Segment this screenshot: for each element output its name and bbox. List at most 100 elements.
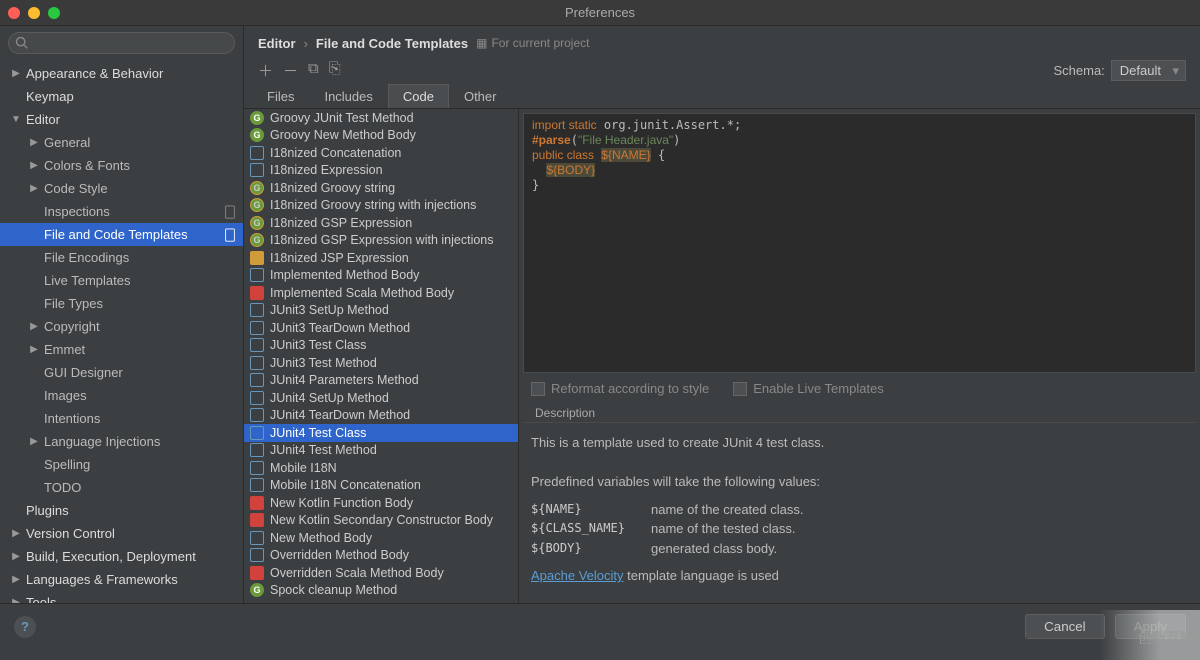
template-overridden-method-body[interactable]: Overridden Method Body [244,547,518,565]
dialog-footer: ? Cancel Apply [0,603,1200,649]
window-controls[interactable] [8,7,60,19]
live-templates-checkbox[interactable]: Enable Live Templates [733,381,884,396]
sidebar-item-intentions[interactable]: Intentions [0,407,243,430]
template-icon: G [250,198,264,212]
maximize-icon[interactable] [48,7,60,19]
template-icon [250,356,264,370]
tab-includes[interactable]: Includes [309,84,387,108]
template-i18nized-groovy-string-with-injections[interactable]: GI18nized Groovy string with injections [244,197,518,215]
sidebar-item-copyright[interactable]: ▶Copyright [0,315,243,338]
help-icon[interactable]: ? [14,616,36,638]
template-junit4-setup-method[interactable]: JUnit4 SetUp Method [244,389,518,407]
template-implemented-scala-method-body[interactable]: Implemented Scala Method Body [244,284,518,302]
tab-code[interactable]: Code [388,84,449,108]
sidebar-item-live-templates[interactable]: Live Templates [0,269,243,292]
template-list[interactable]: GGroovy JUnit Test MethodGGroovy New Met… [244,109,519,603]
sidebar-item-gui-designer[interactable]: GUI Designer [0,361,243,384]
template-junit4-test-class[interactable]: JUnit4 Test Class [244,424,518,442]
template-icon [250,566,264,580]
sidebar-item-file-and-code-templates[interactable]: File and Code Templates [0,223,243,246]
template-implemented-method-body[interactable]: Implemented Method Body [244,267,518,285]
breadcrumb-b: File and Code Templates [316,36,468,51]
cancel-button[interactable]: Cancel [1025,614,1105,639]
sidebar-item-colors-fonts[interactable]: ▶Colors & Fonts [0,154,243,177]
template-tabs[interactable]: FilesIncludesCodeOther [244,84,1200,109]
add-icon[interactable]: ＋ [258,60,273,81]
template-groovy-junit-test-method[interactable]: GGroovy JUnit Test Method [244,109,518,127]
sidebar-item-code-style[interactable]: ▶Code Style [0,177,243,200]
reformat-checkbox[interactable]: Reformat according to style [531,381,709,396]
breadcrumb: Editor › File and Code Templates ▦For cu… [244,26,1200,56]
toolbar: ＋ － ⧉ ⎘ Schema: Default [244,56,1200,84]
template-icon [250,408,264,422]
template-mobile-i18n-concatenation[interactable]: Mobile I18N Concatenation [244,477,518,495]
template-icon [250,426,264,440]
sidebar-item-plugins[interactable]: Plugins [0,499,243,522]
remove-icon[interactable]: － [283,60,298,81]
template-icon [250,268,264,282]
template-icon: G [250,233,264,247]
template-icon [250,478,264,492]
paste-icon[interactable]: ⎘ [329,60,341,81]
sidebar-item-spelling[interactable]: Spelling [0,453,243,476]
minimize-icon[interactable] [28,7,40,19]
template-junit4-parameters-method[interactable]: JUnit4 Parameters Method [244,372,518,390]
template-i18nized-gsp-expression[interactable]: GI18nized GSP Expression [244,214,518,232]
sidebar-item-version-control[interactable]: ▶Version Control [0,522,243,545]
scope-label: For current project [491,36,589,50]
template-junit3-test-class[interactable]: JUnit3 Test Class [244,337,518,355]
sidebar-item-language-injections[interactable]: ▶Language Injections [0,430,243,453]
copy-icon[interactable]: ⧉ [308,60,319,81]
sidebar-item-emmet[interactable]: ▶Emmet [0,338,243,361]
template-i18nized-groovy-string[interactable]: GI18nized Groovy string [244,179,518,197]
sidebar-item-build-execution-deployment[interactable]: ▶Build, Execution, Deployment [0,545,243,568]
sidebar-item-file-encodings[interactable]: File Encodings [0,246,243,269]
template-icon [250,303,264,317]
template-groovy-new-method-body[interactable]: GGroovy New Method Body [244,127,518,145]
sidebar-item-general[interactable]: ▶General [0,131,243,154]
sidebar-item-editor[interactable]: ▼Editor [0,108,243,131]
tab-files[interactable]: Files [252,84,309,108]
template-junit3-test-method[interactable]: JUnit3 Test Method [244,354,518,372]
template-icon [250,373,264,387]
template-new-method-body[interactable]: New Method Body [244,529,518,547]
template-icon [250,251,264,265]
template-icon: G [250,583,264,597]
template-i18nized-expression[interactable]: I18nized Expression [244,162,518,180]
template-junit3-teardown-method[interactable]: JUnit3 TearDown Method [244,319,518,337]
sidebar-item-images[interactable]: Images [0,384,243,407]
template-icon: G [250,216,264,230]
velocity-link[interactable]: Apache Velocity [531,568,624,583]
template-spock-cleanup-method[interactable]: GSpock cleanup Method [244,582,518,600]
sidebar-item-file-types[interactable]: File Types [0,292,243,315]
sidebar-item-appearance-behavior[interactable]: ▶Appearance & Behavior [0,62,243,85]
template-junit3-setup-method[interactable]: JUnit3 SetUp Method [244,302,518,320]
template-icon [250,146,264,160]
sidebar-item-todo[interactable]: TODO [0,476,243,499]
sidebar-item-keymap[interactable]: Keymap [0,85,243,108]
template-icon [250,391,264,405]
template-i18nized-jsp-expression[interactable]: I18nized JSP Expression [244,249,518,267]
template-new-kotlin-secondary-constructor-body[interactable]: New Kotlin Secondary Constructor Body [244,512,518,530]
template-i18nized-concatenation[interactable]: I18nized Concatenation [244,144,518,162]
search-input[interactable] [8,32,235,54]
template-junit4-test-method[interactable]: JUnit4 Test Method [244,442,518,460]
schema-select[interactable]: Default [1111,60,1186,81]
sidebar-item-inspections[interactable]: Inspections [0,200,243,223]
template-icon [250,163,264,177]
window-title: Preferences [565,5,635,20]
description-heading: Description [523,400,1196,423]
template-i18nized-gsp-expression-with-injections[interactable]: GI18nized GSP Expression with injections [244,232,518,250]
template-new-kotlin-function-body[interactable]: New Kotlin Function Body [244,494,518,512]
sidebar-item-tools[interactable]: ▶Tools [0,591,243,603]
template-overridden-scala-method-body[interactable]: Overridden Scala Method Body [244,564,518,582]
settings-tree[interactable]: ▶Appearance & BehaviorKeymap▼Editor▶Gene… [0,60,243,603]
schema-label: Schema: [1053,63,1104,78]
template-mobile-i18n[interactable]: Mobile I18N [244,459,518,477]
template-junit4-teardown-method[interactable]: JUnit4 TearDown Method [244,407,518,425]
sidebar-item-languages-frameworks[interactable]: ▶Languages & Frameworks [0,568,243,591]
template-icon [250,461,264,475]
close-icon[interactable] [8,7,20,19]
template-editor[interactable]: import static org.junit.Assert.*; #parse… [523,113,1196,373]
tab-other[interactable]: Other [449,84,512,108]
